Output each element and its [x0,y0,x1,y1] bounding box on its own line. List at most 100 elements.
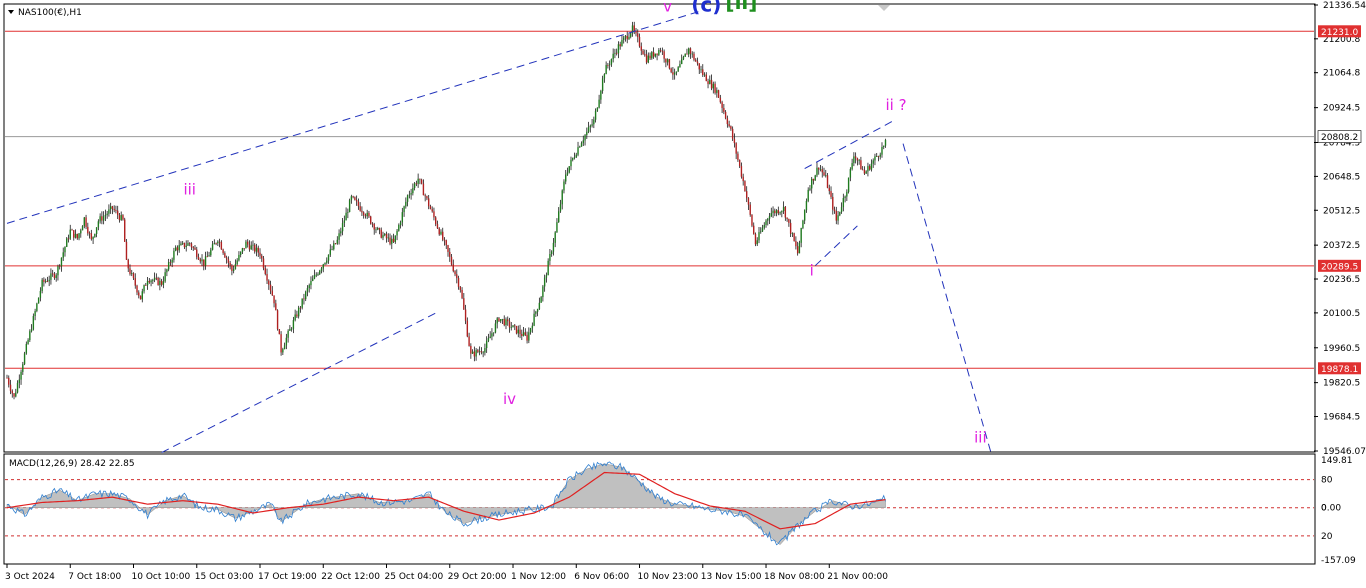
candle-body [587,127,590,132]
candle-body [879,154,881,157]
candle-body [108,209,110,214]
candle-body [185,245,187,248]
candle-body [464,309,467,321]
candle-body [811,178,813,189]
candle-body [644,54,646,56]
candle-body [563,181,565,191]
candle-body [833,209,836,212]
candle-body [438,228,440,235]
candle-body [375,229,377,231]
candle-body [22,364,24,372]
candle-body [763,225,765,228]
candle-body [162,281,165,285]
candle-body [881,147,883,155]
candle-body [392,238,395,242]
candle-body [285,337,288,346]
candle-body [129,268,131,274]
candle-body [55,275,57,278]
candle-body [484,348,486,353]
candle-body [32,316,35,330]
wave-label: ii ? [886,96,907,114]
candle-body [598,99,600,108]
candle-body [236,260,238,265]
candle-body [85,217,87,227]
candle-body [16,382,19,393]
candle-body [526,334,528,341]
candle-body [95,227,98,234]
candle-body [50,273,52,280]
candle-body [614,52,616,54]
candle-body [577,147,579,155]
candle-body [651,52,653,59]
candle-body [73,230,75,238]
candle-body [271,290,274,296]
candle-body [116,210,119,216]
candle-body [840,207,843,212]
candle-body [148,280,151,283]
candle-body [92,236,94,240]
price-tick-label: 21336.54 [1323,1,1366,11]
candle-body [457,278,460,287]
candle-body [816,167,818,176]
candle-body [243,248,245,249]
candle-body [579,146,581,148]
candle-body [25,343,28,354]
candle-body [789,222,792,234]
candle-body [76,233,78,239]
candle-body [109,206,112,210]
time-tick-label: 29 Oct 20:00 [448,572,507,582]
candle-body [575,154,577,158]
candle-body [369,216,372,224]
candle-body [97,221,100,228]
candle-body [412,187,414,194]
candle-body [501,319,504,320]
candle-body [735,143,737,154]
candle-body [362,212,365,216]
candle-body [673,72,676,75]
candle-body [805,200,808,211]
candle-body [758,232,760,241]
candle-body [245,241,247,249]
candle-body [60,257,63,267]
candle-body [378,228,381,230]
candle-body [419,178,421,180]
candle-body [788,218,790,223]
candle-body [313,275,316,279]
candle-body [877,156,880,158]
wave-label: iv [503,390,516,408]
candle-body [420,179,423,184]
candle-body [529,328,532,333]
candle-body [702,69,704,75]
wave-label: (c) [691,0,721,17]
candle-body [415,183,418,185]
chart-title: NAS100(€),H1 [18,8,82,18]
candle-body [566,172,569,175]
candle-body [336,239,339,244]
candle-body [803,210,806,221]
candle-body [593,119,595,125]
candle-body [11,390,13,394]
candle-body [334,243,337,245]
candle-body [348,200,351,213]
symbol-header: NAS100(€),H1 [8,8,82,18]
candle-body [724,111,727,119]
candle-body [603,74,606,79]
candle-body [475,350,477,357]
candle-body [670,68,672,73]
candle-body [825,175,827,177]
candle-body [124,219,126,242]
candle-body [661,50,664,52]
candle-body [139,295,142,300]
candle-body [714,83,716,93]
candle-body [9,384,12,391]
candle-body [338,233,340,240]
candle-body [222,249,224,254]
candle-body [347,212,349,213]
candle-body [751,214,753,226]
wave-label: i [810,262,814,280]
candle-body [208,255,210,257]
candle-body [239,251,242,255]
candle-body [823,172,825,176]
candle-body [489,336,491,339]
candle-body [594,110,597,120]
